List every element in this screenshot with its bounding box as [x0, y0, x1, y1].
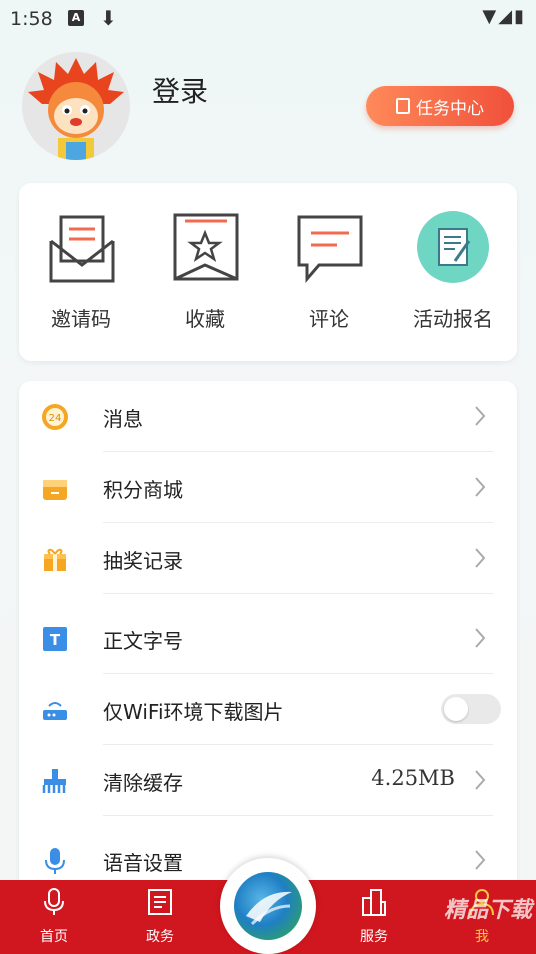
menu-item-clear-cache[interactable]: 清除缓存 4.25MB — [19, 745, 517, 816]
login-label[interactable]: 登录 — [152, 70, 208, 110]
tab-government[interactable]: 政务 — [124, 888, 196, 946]
chevron-right-icon — [475, 770, 486, 790]
quick-action-label: 评论 — [309, 307, 349, 331]
chevron-right-icon — [475, 406, 486, 426]
app-logo-icon — [234, 872, 302, 940]
settings-menu: 24 消息 积分商城 抽奖记录 T 正文字号 仅WiFi环境下载图片 清除缓存 … — [19, 381, 517, 901]
bookmark-star-icon — [173, 213, 239, 281]
menu-label: 消息 — [103, 407, 143, 431]
task-center-label: 任务中心 — [416, 98, 484, 119]
task-icon — [396, 98, 410, 114]
message-badge: 24 — [49, 413, 62, 424]
divider — [103, 815, 493, 816]
menu-item-points-mall[interactable]: 积分商城 — [19, 452, 517, 523]
message-24-icon: 24 — [42, 404, 68, 430]
tab-label: 首页 — [40, 929, 68, 945]
avatar[interactable] — [22, 52, 130, 160]
toggle-knob — [444, 697, 468, 721]
divider — [103, 593, 493, 594]
quick-action-invite[interactable]: 邀请码 — [31, 211, 131, 332]
broom-icon — [42, 769, 66, 793]
download-icon: ⬇ — [100, 6, 117, 30]
router-icon — [43, 702, 67, 720]
signal-battery-icons: ▼◢▮ — [482, 6, 526, 27]
font-size-glyph: T — [50, 631, 61, 649]
invite-envelope-icon — [49, 215, 115, 283]
menu-label: 语音设置 — [103, 851, 183, 875]
menu-label: 抽奖记录 — [103, 549, 183, 573]
chevron-right-icon — [475, 628, 486, 648]
activity-signup-icon — [417, 211, 489, 283]
status-bar: 1:58 A ⬇ ▼◢▮ — [0, 0, 536, 38]
menu-label: 积分商城 — [103, 478, 183, 502]
menu-item-font-size[interactable]: T 正文字号 — [19, 603, 517, 674]
shop-box-icon — [43, 480, 67, 500]
quick-action-comment[interactable]: 评论 — [279, 211, 379, 332]
cache-size-value: 4.25MB — [371, 766, 455, 790]
quick-action-label: 邀请码 — [51, 307, 111, 331]
menu-item-messages[interactable]: 24 消息 — [19, 381, 517, 452]
menu-item-lottery-records[interactable]: 抽奖记录 — [19, 523, 517, 594]
comment-bubble-icon — [297, 215, 363, 284]
chevron-right-icon — [475, 548, 486, 568]
status-time: 1:58 — [10, 8, 53, 30]
tab-label: 我 — [475, 929, 489, 945]
quick-action-label: 收藏 — [185, 307, 225, 331]
document-tab-icon — [148, 889, 172, 915]
tab-label: 政务 — [146, 929, 174, 945]
buildings-tab-icon — [362, 889, 386, 916]
tab-label: 服务 — [360, 929, 388, 945]
menu-label: 清除缓存 — [103, 771, 183, 795]
quick-actions-card: 邀请码 收藏 评论 活动报名 — [19, 183, 517, 361]
font-size-icon: T — [43, 627, 67, 651]
chevron-right-icon — [475, 850, 486, 870]
wifi-only-toggle[interactable] — [441, 694, 501, 724]
microphone-icon — [45, 848, 65, 874]
gift-icon — [44, 548, 66, 571]
menu-label: 仅WiFi环境下载图片 — [103, 700, 284, 724]
a-notification-icon: A — [68, 10, 84, 26]
quick-action-favorite[interactable]: 收藏 — [155, 211, 255, 332]
center-logo-button[interactable] — [220, 858, 316, 954]
tab-home[interactable]: 首页 — [18, 888, 90, 946]
menu-label: 正文字号 — [103, 629, 183, 653]
chevron-right-icon — [475, 477, 486, 497]
quick-action-activity-signup[interactable]: 活动报名 — [403, 211, 503, 332]
watermark-logo: 精品下载 — [443, 898, 532, 923]
menu-item-wifi-only-images: 仅WiFi环境下载图片 — [19, 674, 517, 745]
task-center-button[interactable]: 任务中心 — [366, 86, 514, 126]
microphone-tab-icon — [44, 888, 64, 915]
tab-services[interactable]: 服务 — [338, 888, 410, 946]
quick-action-label: 活动报名 — [413, 307, 493, 331]
